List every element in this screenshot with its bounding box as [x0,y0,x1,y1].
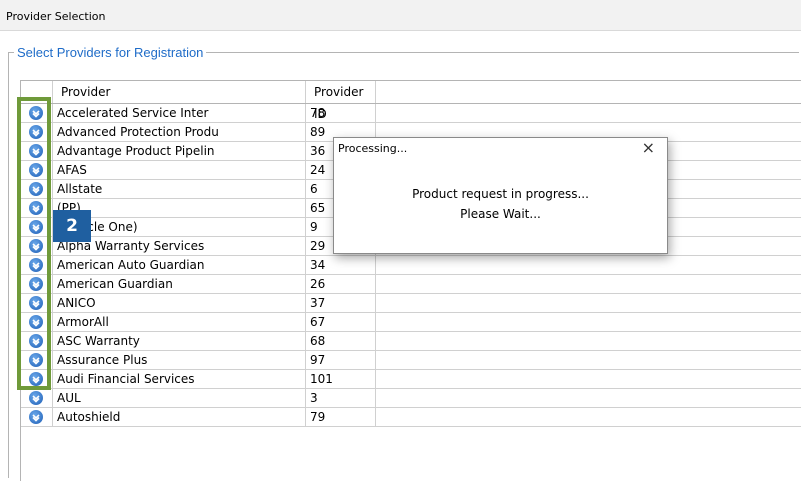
window-title: Provider Selection [6,10,106,23]
provider-name-cell: Audi Financial Services [53,370,306,389]
empty-cell [376,370,801,389]
empty-cell [376,256,801,275]
provider-name-cell: AUL [53,389,306,408]
provider-name-cell: American Auto Guardian [53,256,306,275]
provider-name-cell: Autoshield [53,408,306,427]
provider-name-cell: ArmorAll [53,313,306,332]
table-row[interactable]: ASC Warranty 68 [21,332,801,351]
provider-name-cell: Assurance Plus [53,351,306,370]
chevron-down-circle-icon[interactable] [29,410,43,424]
grid-header: Provider Provider ID [21,81,801,121]
provider-id-cell: 78 [306,104,376,123]
provider-id-cell: 3 [306,389,376,408]
provider-id-cell: 34 [306,256,376,275]
provider-name-cell: Accelerated Service Inter [53,104,306,123]
processing-dialog: Processing... × Product request in progr… [333,137,668,254]
empty-cell [376,332,801,351]
provider-name-cell: American Guardian [53,275,306,294]
close-icon[interactable]: × [642,138,655,157]
empty-cell [376,275,801,294]
provider-id-cell: 101 [306,370,376,389]
provider-id-cell: 37 [306,294,376,313]
chevron-down-circle-icon[interactable] [29,391,43,405]
row-select-cell[interactable] [21,389,53,408]
provider-name-cell: Advantage Product Pipelin [53,142,306,161]
header-provider-id[interactable]: Provider ID [306,81,376,121]
table-row[interactable]: Accelerated Service Inter 78 [21,104,801,123]
table-row[interactable]: ANICO 37 [21,294,801,313]
table-row[interactable]: American Auto Guardian 34 [21,256,801,275]
provider-id-cell: 79 [306,408,376,427]
empty-cell [376,104,801,123]
table-row[interactable]: Assurance Plus 97 [21,351,801,370]
header-provider[interactable]: Provider [53,81,306,103]
provider-id-cell: 68 [306,332,376,351]
provider-id-cell: 97 [306,351,376,370]
empty-cell [376,294,801,313]
provider-name-cell: AFAS [53,161,306,180]
provider-name-cell: Advanced Protection Produ [53,123,306,142]
table-row[interactable]: American Guardian 26 [21,275,801,294]
empty-cell [376,408,801,427]
table-row[interactable]: AUL 3 [21,389,801,408]
dialog-message: Product request in progress... [412,187,589,201]
dialog-title: Processing... [338,142,408,155]
group-legend: Select Providers for Registration [14,45,207,60]
provider-id-cell: 67 [306,313,376,332]
callout-badge: 2 [53,210,91,242]
provider-name-cell: Allstate [53,180,306,199]
window-titlebar: Provider Selection [0,0,801,31]
callout-highlight-box [17,97,51,390]
table-row[interactable]: ArmorAll 67 [21,313,801,332]
dialog-wait-message: Please Wait... [460,207,541,221]
provider-name-cell: ANICO [53,294,306,313]
empty-cell [376,351,801,370]
table-row[interactable]: Autoshield 79 [21,408,801,427]
provider-name-cell: ASC Warranty [53,332,306,351]
empty-cell [376,389,801,408]
row-select-cell[interactable] [21,408,53,427]
provider-id-cell: 26 [306,275,376,294]
empty-cell [376,313,801,332]
table-row[interactable]: Audi Financial Services 101 [21,370,801,389]
